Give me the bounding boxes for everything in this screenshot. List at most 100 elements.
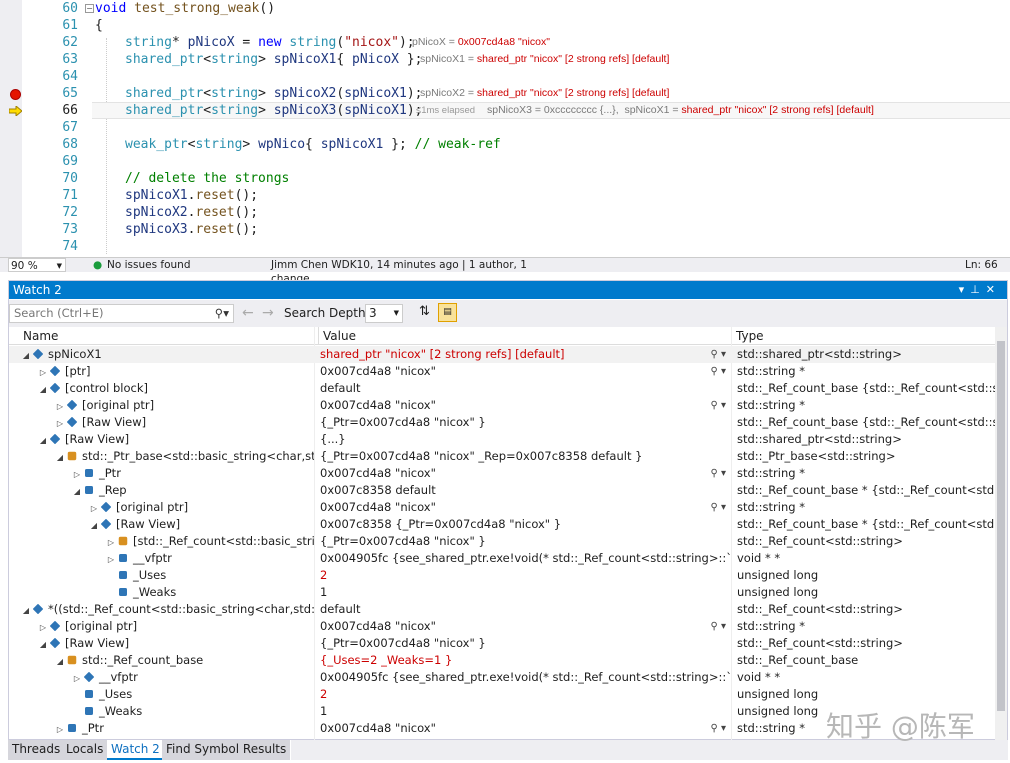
watch-row-value[interactable]: default xyxy=(318,380,730,397)
expand-icon[interactable]: ▷ xyxy=(55,721,65,738)
watch-row-value[interactable]: 1 xyxy=(318,584,730,601)
visualizer-icon[interactable]: ⚲ ▾ xyxy=(710,346,726,363)
hex-display-icon[interactable]: ▤ xyxy=(438,303,457,322)
tab-watch-2[interactable]: Watch 2 xyxy=(107,740,165,760)
collapse-icon[interactable]: ◢ xyxy=(89,517,99,534)
tab-threads[interactable]: Threads xyxy=(8,740,65,760)
collapse-icon[interactable]: ◢ xyxy=(72,483,82,500)
watch-row[interactable]: ◢std::_Ptr_base<std::basic_string<char,s… xyxy=(9,448,995,465)
visualizer-icon[interactable]: ⚲ ▾ xyxy=(710,465,726,482)
watch-row[interactable]: ◢std::_Ref_count_base{_Uses=2 _Weaks=1 }… xyxy=(9,652,995,669)
inline-value-pnicox[interactable]: pNicoX = 0x007cd4a8 "nicox" xyxy=(412,34,550,51)
watch-row-value[interactable]: 2 xyxy=(318,567,730,584)
forward-arrow-icon[interactable]: → xyxy=(262,305,274,321)
scrollbar-thumb[interactable] xyxy=(997,341,1005,711)
collapse-icon[interactable]: ◢ xyxy=(55,653,65,670)
watch-row-value[interactable]: 0x007cd4a8 "nicox"⚲ ▾ xyxy=(318,720,730,737)
watch-row[interactable]: ◢[control block]defaultstd::_Ref_count_b… xyxy=(9,380,995,397)
breakpoint-icon[interactable] xyxy=(10,89,21,100)
expand-icon[interactable]: ▷ xyxy=(38,364,48,381)
watch-row-value[interactable]: {_Uses=2 _Weaks=1 } xyxy=(318,652,730,669)
watch-row-value[interactable]: shared_ptr "nicox" [2 strong refs] [defa… xyxy=(318,346,730,363)
expand-icon[interactable]: ▷ xyxy=(89,500,99,517)
expand-icon[interactable]: ▷ xyxy=(106,551,116,568)
watch-row[interactable]: ◢[Raw View]{...}std::shared_ptr<std::str… xyxy=(9,431,995,448)
watch-row-value[interactable]: {_Ptr=0x007cd4a8 "nicox" } xyxy=(318,414,730,431)
watch-row-value[interactable]: 0x007c8358 {_Ptr=0x007cd4a8 "nicox" } xyxy=(318,516,730,533)
watch-row[interactable]: ▷_Ptr0x007cd4a8 "nicox"⚲ ▾std::string * xyxy=(9,465,995,482)
collapse-icon[interactable]: ◢ xyxy=(55,449,65,466)
expand-icon[interactable]: ▷ xyxy=(72,670,82,687)
code-editor[interactable]: 60 61 62 63 64 65 66 67 68 69 70 71 72 7… xyxy=(0,0,1010,257)
inline-value-spnicox1[interactable]: spNicoX1 = shared_ptr "nicox" [2 strong … xyxy=(420,51,669,68)
watch-row[interactable]: _Uses2unsigned long xyxy=(9,686,995,703)
watch-row-value[interactable]: {_Ptr=0x007cd4a8 "nicox" } xyxy=(318,635,730,652)
expand-icon[interactable]: ▷ xyxy=(55,415,65,432)
watch-row[interactable]: ◢[Raw View]{_Ptr=0x007cd4a8 "nicox" }std… xyxy=(9,635,995,652)
issues-status[interactable]: No issues found xyxy=(107,258,191,272)
collapse-icon[interactable]: ◢ xyxy=(38,381,48,398)
visualizer-icon[interactable]: ⚲ ▾ xyxy=(710,618,726,635)
watch-row-value[interactable]: 0x004905fc {see_shared_ptr.exe!void(* st… xyxy=(318,669,730,686)
column-type[interactable]: Type xyxy=(731,327,991,345)
tab-find-symbol-results[interactable]: Find Symbol Results xyxy=(162,740,291,760)
watch-row-value[interactable]: {_Ptr=0x007cd4a8 "nicox" _Rep=0x007c8358… xyxy=(318,448,730,465)
column-value[interactable]: Value xyxy=(318,327,734,345)
watch-row-value[interactable]: 0x007cd4a8 "nicox"⚲ ▾ xyxy=(318,397,730,414)
watch-row-value[interactable]: 2 xyxy=(318,686,730,703)
watch-row[interactable]: ▷__vfptr0x004905fc {see_shared_ptr.exe!v… xyxy=(9,550,995,567)
vertical-scrollbar[interactable] xyxy=(995,327,1007,741)
watch-row[interactable]: ▷[original ptr]0x007cd4a8 "nicox"⚲ ▾std:… xyxy=(9,618,995,635)
expand-icon[interactable]: ▷ xyxy=(106,534,116,551)
back-arrow-icon[interactable]: ← xyxy=(242,305,254,321)
expand-icon[interactable]: ▷ xyxy=(38,619,48,636)
visualizer-icon[interactable]: ⚲ ▾ xyxy=(710,363,726,380)
watch-row-value[interactable]: 0x007cd4a8 "nicox"⚲ ▾ xyxy=(318,499,730,516)
visualizer-icon[interactable]: ⚲ ▾ xyxy=(710,720,726,737)
expand-icon[interactable]: ▷ xyxy=(55,398,65,415)
watch-grid[interactable]: Name Value Type ◢spNicoX1shared_ptr "nic… xyxy=(9,327,1007,741)
watch-row[interactable]: ▷[ptr]0x007cd4a8 "nicox"⚲ ▾std::string * xyxy=(9,363,995,380)
watch-row[interactable]: ▷[std::_Ref_count<std::basic_stri...{_Pt… xyxy=(9,533,995,550)
pin-icon[interactable]: ⊥ xyxy=(970,283,986,296)
expand-icon[interactable]: ▷ xyxy=(72,466,82,483)
filter-icon[interactable]: ⇅ xyxy=(419,304,430,319)
collapse-icon[interactable]: ◢ xyxy=(21,347,31,364)
watch-row[interactable]: _Uses2unsigned long xyxy=(9,567,995,584)
watch-row[interactable]: ▷__vfptr0x004905fc {see_shared_ptr.exe!v… xyxy=(9,669,995,686)
column-name[interactable]: Name xyxy=(19,327,319,345)
zoom-dropdown[interactable]: 90 %▼ xyxy=(8,258,66,272)
watch-row-value[interactable]: {...} xyxy=(318,431,730,448)
watch-row[interactable]: ◢_Rep0x007c8358 defaultstd::_Ref_count_b… xyxy=(9,482,995,499)
watch-row[interactable]: _Weaks1unsigned long xyxy=(9,584,995,601)
window-menu-icon[interactable]: ▾ xyxy=(959,283,971,296)
watch-row-value[interactable]: default xyxy=(318,601,730,618)
watch-row[interactable]: ◢spNicoX1shared_ptr "nicox" [2 strong re… xyxy=(9,346,995,363)
visualizer-icon[interactable]: ⚲ ▾ xyxy=(710,499,726,516)
tab-locals[interactable]: Locals xyxy=(62,740,108,760)
watch-row-value[interactable]: 0x007cd4a8 "nicox"⚲ ▾ xyxy=(318,363,730,380)
watch-row[interactable]: ◢*((std::_Ref_count<std::basic_string<ch… xyxy=(9,601,995,618)
search-depth-select[interactable]: 3▼ xyxy=(365,304,403,323)
collapse-icon[interactable]: ◢ xyxy=(38,432,48,449)
close-icon[interactable]: ✕ xyxy=(986,283,1001,296)
watch-title-bar[interactable]: Watch 2▾⊥✕ xyxy=(9,281,1007,299)
watch-row[interactable]: ▷[Raw View]{_Ptr=0x007cd4a8 "nicox" }std… xyxy=(9,414,995,431)
watch-row-value[interactable]: 0x004905fc {see_shared_ptr.exe!void(* st… xyxy=(318,550,730,567)
visualizer-icon[interactable]: ⚲ ▾ xyxy=(710,397,726,414)
watch-row-value[interactable]: 0x007c8358 default xyxy=(318,482,730,499)
search-input[interactable]: Search (Ctrl+E)⚲▾ xyxy=(9,304,234,323)
perftip-elapsed[interactable]: ≤1ms elapsed xyxy=(416,102,475,119)
watch-row-value[interactable]: 1 xyxy=(318,703,730,720)
search-icon[interactable]: ⚲▾ xyxy=(215,305,229,322)
code-text[interactable]: void test_strong_weak() { string* pNicoX… xyxy=(92,0,1010,257)
watch-row[interactable]: ▷[original ptr]0x007cd4a8 "nicox"⚲ ▾std:… xyxy=(9,499,995,516)
breakpoint-gutter[interactable] xyxy=(0,0,22,257)
collapse-icon[interactable]: ◢ xyxy=(38,636,48,653)
watch-row-value[interactable]: {_Ptr=0x007cd4a8 "nicox" } xyxy=(318,533,730,550)
inline-value-spnicox3[interactable]: spNicoX3 = 0xcccccccc {...}, spNicoX1 = … xyxy=(487,102,874,119)
watch-row[interactable]: ◢[Raw View]0x007c8358 {_Ptr=0x007cd4a8 "… xyxy=(9,516,995,533)
watch-row-value[interactable]: 0x007cd4a8 "nicox"⚲ ▾ xyxy=(318,618,730,635)
inline-value-spnicox2[interactable]: spNicoX2 = shared_ptr "nicox" [2 strong … xyxy=(420,85,669,102)
collapse-icon[interactable]: ◢ xyxy=(21,602,31,619)
